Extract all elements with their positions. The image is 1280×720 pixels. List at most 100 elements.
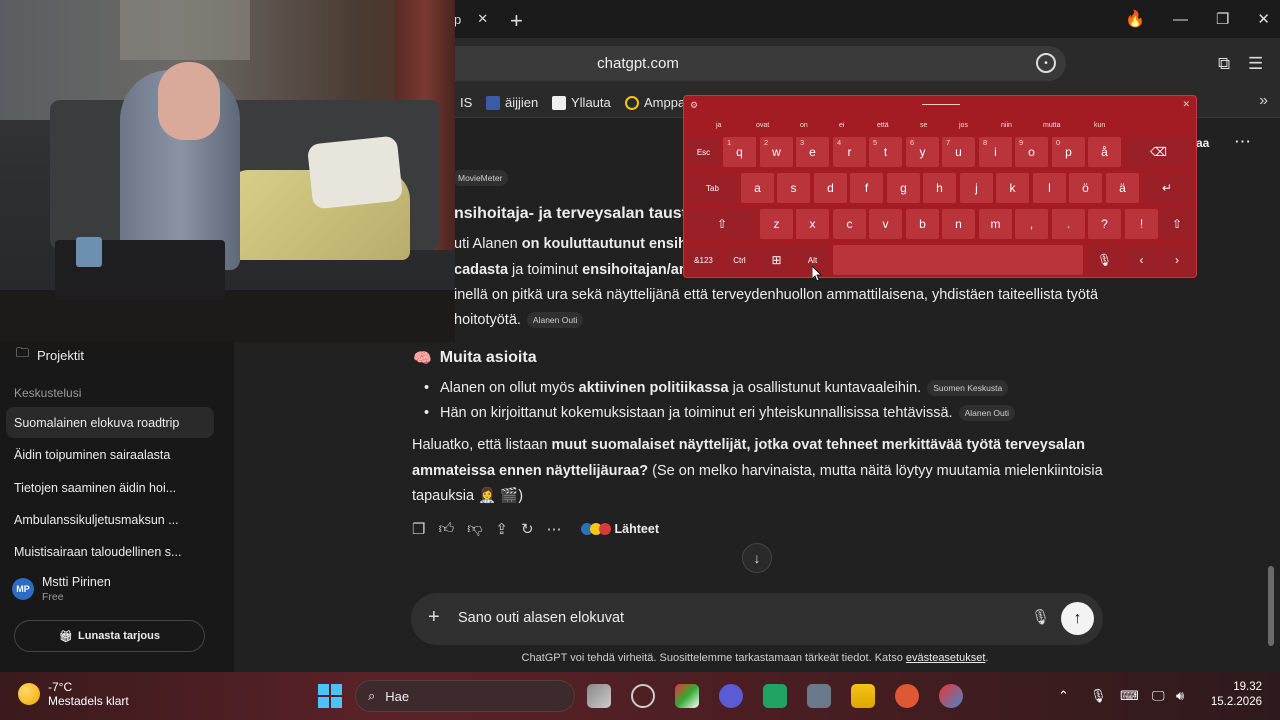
keyboard-drag-handle[interactable] — [922, 104, 960, 105]
keyboard-key[interactable]: n — [942, 209, 975, 239]
cookie-settings-link[interactable]: evästeasetukset — [906, 652, 986, 664]
app-icon[interactable] — [719, 684, 743, 708]
keyboard-key[interactable]: å — [1088, 137, 1121, 167]
bookmark-item[interactable]: IS — [460, 95, 472, 110]
scroll-down-button[interactable]: ↓ — [742, 543, 772, 573]
keyboard-suggestion[interactable]: on — [800, 122, 808, 129]
keyboard-key[interactable]: k — [996, 173, 1029, 203]
flame-icon[interactable]: 🔥 — [1125, 9, 1145, 29]
microphone-tray-icon[interactable]: 🎙︎ — [1090, 688, 1107, 704]
keyboard-key[interactable]: z — [760, 209, 793, 239]
keyboard-key[interactable]: 5t — [869, 137, 902, 167]
keyboard-key[interactable]: g — [887, 173, 920, 203]
taskbar-search[interactable]: ⌕ Hae — [355, 680, 575, 712]
keyboard-key[interactable]: ö — [1069, 173, 1102, 203]
app-icon[interactable] — [763, 684, 787, 708]
keyboard-key[interactable]: v — [869, 209, 902, 239]
keyboard-key[interactable]: ⊞ — [760, 245, 793, 275]
volume-icon[interactable]: 🔊︎ — [1176, 688, 1184, 704]
source-chip[interactable]: MovieMeter — [452, 170, 509, 186]
keyboard-key[interactable]: 2w — [760, 137, 793, 167]
keyboard-key[interactable]: 8i — [979, 137, 1012, 167]
keyboard-key[interactable]: ⌫ — [1125, 137, 1192, 167]
bookmark-item[interactable]: Yllauta — [552, 95, 611, 110]
keyboard-suggestion[interactable]: se — [920, 122, 927, 129]
keyboard-key[interactable]: 6y — [906, 137, 939, 167]
keyboard-suggestion[interactable]: mutta — [1043, 122, 1061, 129]
more-options-icon[interactable]: ⋯ — [1234, 132, 1251, 152]
keyboard-key[interactable]: d — [814, 173, 847, 203]
keyboard-key[interactable]: c — [833, 209, 866, 239]
show-hidden-icons-icon[interactable]: ⌃ — [1058, 688, 1069, 704]
keyboard-key[interactable]: Tab — [687, 173, 738, 203]
keyboard-key[interactable]: Esc — [687, 137, 720, 167]
keyboard-key[interactable]: 🎙 — [1088, 245, 1121, 275]
keyboard-key[interactable]: &123 — [687, 245, 720, 275]
start-button[interactable] — [318, 684, 342, 708]
keyboard-key[interactable]: ‹ — [1125, 245, 1158, 275]
keyboard-key[interactable]: l — [1033, 173, 1066, 203]
bookmarks-overflow-icon[interactable]: » — [1259, 92, 1268, 110]
more-icon[interactable]: ⋯ — [547, 520, 562, 538]
tab-close-button[interactable]: ✕ — [477, 11, 488, 27]
source-chip[interactable]: Alanen Outi — [526, 312, 584, 329]
sidebar-scrollbar[interactable] — [222, 342, 230, 672]
browser-tab[interactable]: p ✕ — [448, 0, 498, 38]
share-button[interactable]: aa — [1196, 136, 1209, 150]
menu-icon[interactable]: ☰ — [1248, 54, 1263, 74]
composer-input[interactable]: Sano outi alasen elokuvat — [458, 610, 624, 626]
keyboard-key[interactable]: a — [741, 173, 774, 203]
regenerate-icon[interactable]: ↻ — [521, 520, 534, 538]
keyboard-key[interactable]: b — [906, 209, 939, 239]
network-icon[interactable]: 🖵 — [1152, 688, 1165, 704]
keyboard-key[interactable]: Ctrl — [723, 245, 756, 275]
sidebar-chat-item[interactable]: Äidin toipuminen sairaalasta — [6, 439, 214, 470]
keyboard-suggestion[interactable]: että — [877, 122, 889, 129]
keyboard-key[interactable]: f — [850, 173, 883, 203]
sources-button[interactable]: Lähteet — [580, 522, 659, 536]
keyboard-key[interactable]: 9o — [1015, 137, 1048, 167]
keyboard-key[interactable]: m — [979, 209, 1012, 239]
sidebar-chat-item[interactable]: Ambulanssikuljetusmaksun ... — [6, 504, 214, 535]
keyboard-suggestion[interactable]: ei — [839, 122, 844, 129]
keyboard-key[interactable]: ⇧ — [1161, 209, 1193, 239]
keyboard-suggestion[interactable]: niin — [1001, 122, 1012, 129]
task-view-icon[interactable] — [587, 684, 611, 708]
microphone-icon[interactable]: 🎙︎ — [1031, 608, 1050, 626]
keyboard-key[interactable]: ⇧ — [687, 209, 757, 239]
weather-widget[interactable]: -7°C Mestadels klart — [18, 680, 129, 708]
sidebar-chat-item[interactable]: Muistisairaan taloudellinen s... — [6, 536, 214, 567]
send-button[interactable]: ↑ — [1061, 602, 1094, 635]
sidebar-chat-item[interactable]: Tietojen saaminen äidin hoi... — [6, 472, 214, 503]
keyboard-tray-icon[interactable]: ⌨ — [1120, 688, 1139, 704]
keyboard-close-icon[interactable]: ✕ — [1182, 99, 1190, 110]
add-attachment-button[interactable]: + — [428, 606, 440, 629]
keyboard-suggestion[interactable]: kun — [1094, 122, 1105, 129]
app-icon[interactable] — [675, 684, 699, 708]
keyboard-key[interactable]: x — [796, 209, 829, 239]
keyboard-suggestion[interactable]: jos — [959, 122, 968, 129]
keyboard-settings-icon[interactable]: ⚙ — [690, 100, 698, 111]
tabs-icon[interactable]: ⧉ — [1218, 54, 1230, 74]
keyboard-key[interactable]: h — [923, 173, 956, 203]
restore-button[interactable]: ❐ — [1216, 10, 1229, 28]
thumbs-down-icon[interactable]: 👎︎ — [467, 520, 482, 538]
browser-app-icon[interactable] — [895, 684, 919, 708]
file-explorer-icon[interactable] — [851, 684, 875, 708]
keyboard-key[interactable] — [833, 245, 1083, 275]
keyboard-key[interactable]: j — [960, 173, 993, 203]
taskbar-clock[interactable]: 19.32 15.2.2026 — [1211, 680, 1262, 710]
sidebar-projects[interactable]: 🗀 Projektit — [16, 344, 84, 366]
new-tab-button[interactable]: + — [510, 8, 523, 34]
main-scrollbar[interactable] — [1266, 118, 1276, 673]
close-window-button[interactable]: ✕ — [1257, 10, 1270, 28]
bookmark-item[interactable]: Amppa — [625, 95, 685, 110]
keyboard-key[interactable]: s — [777, 173, 810, 203]
keyboard-key[interactable]: 4r — [833, 137, 866, 167]
sidebar-chat-item[interactable]: Suomalainen elokuva roadtrip — [6, 407, 214, 438]
keyboard-key[interactable]: 3e — [796, 137, 829, 167]
calculator-icon[interactable] — [807, 684, 831, 708]
source-chip[interactable]: Suomen Keskusta — [927, 380, 1009, 397]
chatgpt-app-icon[interactable] — [631, 684, 655, 708]
app-icon[interactable] — [939, 684, 963, 708]
